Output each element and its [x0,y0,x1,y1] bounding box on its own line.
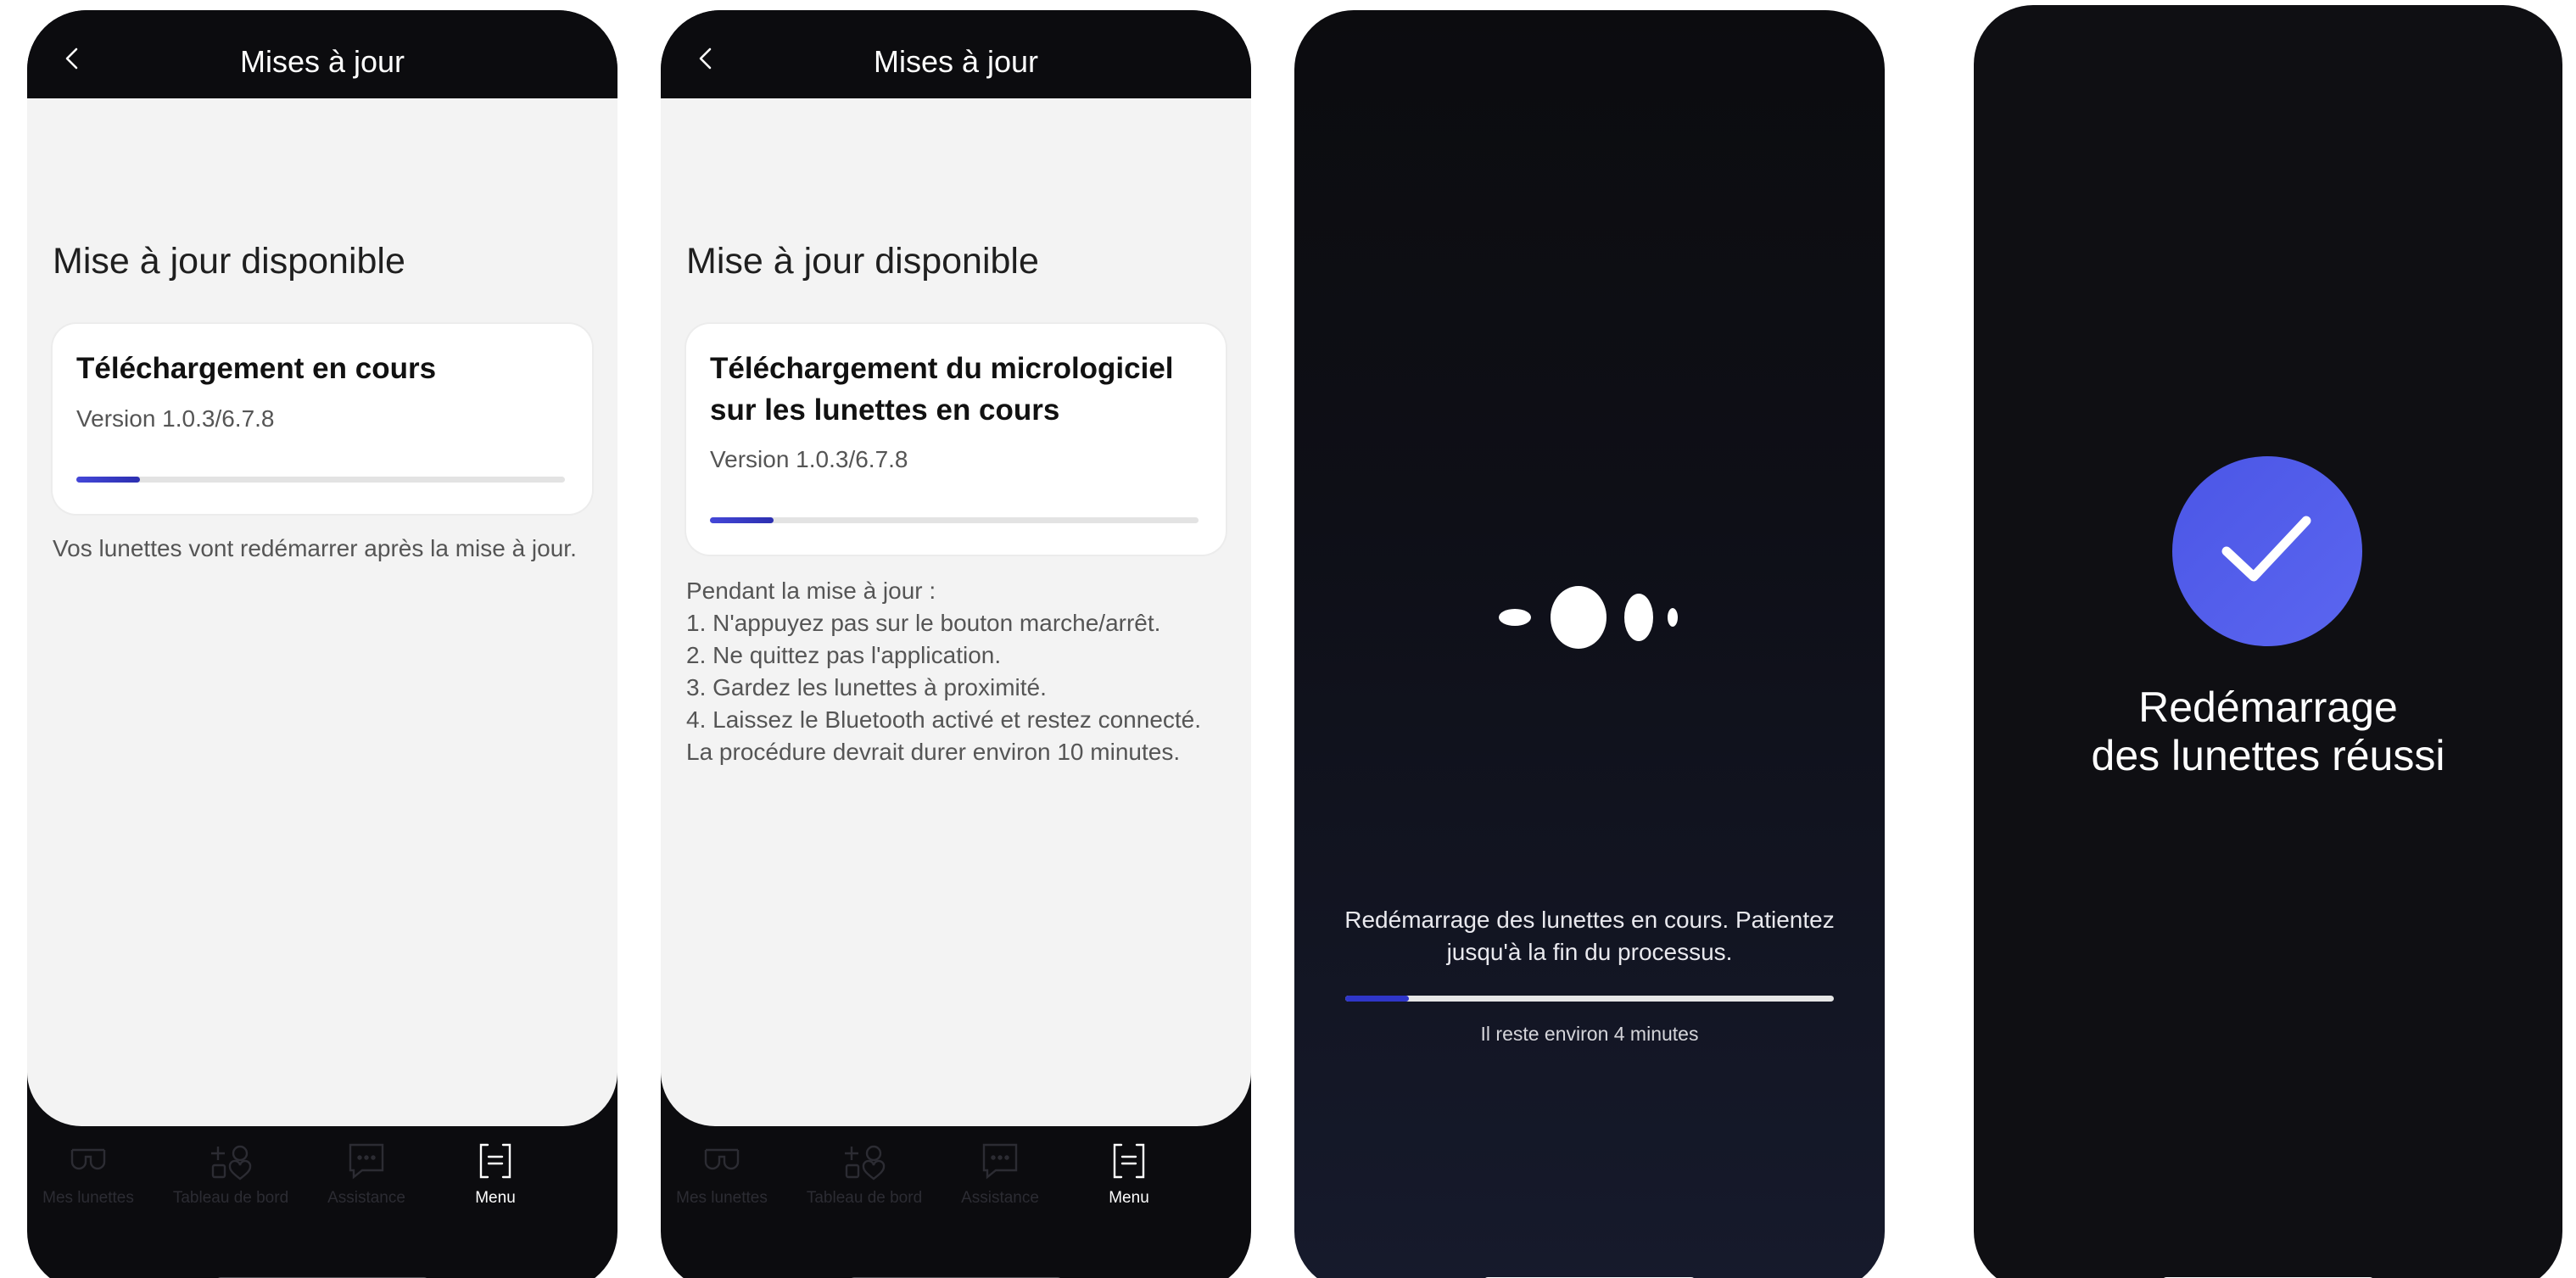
progress-fill [1345,996,1409,1002]
progress-bar [710,517,1199,523]
update-card: Téléchargement en cours Version 1.0.3/6.… [53,324,592,514]
time-remaining: Il reste environ 4 minutes [1480,1023,1699,1045]
card-title: Téléchargement en cours [76,352,437,385]
update-card: Téléchargement du micrologiciel sur les … [686,324,1226,555]
section-title: Mise à jour disponible [686,241,1039,282]
card-version: Version 1.0.3/6.7.8 [710,446,908,472]
instructions: Pendant la mise à jour : 1. N'appuyez pa… [686,575,1229,768]
nav-item-tableau-de-bord[interactable]: Tableau de bord [805,1138,924,1208]
header: Mises à jour [27,10,617,98]
screen-firmware-transfer: Mises à jour Mise à jour disponible Télé… [661,10,1251,1278]
nav-label: Tableau de bord [806,1189,923,1207]
card-version: Version 1.0.3/6.7.8 [76,405,275,432]
restart-message: Redémarrage des lunettes en cours. Patie… [1344,907,1835,965]
nav-label: Tableau de bord [172,1189,289,1207]
glasses-icon [70,1148,106,1170]
nav-label: Assistance [327,1189,405,1207]
success-badge [2172,456,2362,646]
content-area: Mise à jour disponible Téléchargement en… [27,98,617,1126]
nav-label: Mes lunettes [42,1189,134,1207]
instruction-line: 3. Gardez les lunettes à proximité. [686,674,1047,700]
screen-download: Mises à jour Mise à jour disponible Télé… [27,10,617,1278]
page-title: Mises à jour [873,44,1039,79]
loading-dots-icon [1499,586,1678,649]
nav-item-mes-lunettes[interactable]: Mes lunettes [662,1138,781,1208]
progress-bar [1345,996,1834,1002]
chat-icon [982,1143,1018,1180]
progress-fill [710,517,774,523]
card-title: Téléchargement du micrologiciel sur les … [710,352,1174,427]
instruction-line: 2. Ne quittez pas l'application. [686,642,1002,668]
menu-icon [1113,1143,1145,1179]
nav-label: Menu [475,1189,516,1207]
dashboard-icon [845,1145,886,1180]
bottom-nav: Mes lunettes Tableau de bord Assistance … [27,1138,617,1240]
menu-icon [479,1143,511,1179]
instruction-line: 4. Laissez le Bluetooth activé et restez… [686,706,1202,733]
nav-item-assistance[interactable]: Assistance [941,1138,1059,1208]
content-area: Mise à jour disponible Téléchargement du… [661,98,1251,1126]
nav-item-tableau-de-bord[interactable]: Tableau de bord [171,1138,290,1208]
nav-item-mes-lunettes[interactable]: Mes lunettes [29,1138,148,1208]
section-title: Mise à jour disponible [53,241,405,282]
nav-item-menu[interactable]: Menu [436,1138,555,1208]
glasses-icon [704,1148,740,1170]
nav-label: Menu [1109,1189,1149,1207]
nav-item-menu[interactable]: Menu [1070,1138,1188,1208]
bottom-nav: Mes lunettes Tableau de bord Assistance … [661,1138,1251,1240]
instruction-line: La procédure devrait durer environ 10 mi… [686,739,1181,765]
nav-label: Mes lunettes [676,1189,768,1207]
chat-icon [349,1143,384,1180]
dashboard-icon [211,1145,252,1180]
nav-item-assistance[interactable]: Assistance [307,1138,426,1208]
instruction-line: Pendant la mise à jour : [686,578,936,604]
progress-fill [76,477,140,483]
screen-restart-success: Redémarrage des lunettes réussi [1974,5,2562,1278]
check-icon [2221,516,2311,582]
nav-label: Assistance [961,1189,1039,1207]
screen-restarting: Redémarrage des lunettes en cours. Patie… [1294,10,1885,1278]
instruction-line: 1. N'appuyez pas sur le bouton marche/ar… [686,610,1161,636]
restart-note: Vos lunettes vont redémarrer après la mi… [53,535,577,561]
page-title: Mises à jour [239,44,405,79]
success-message: Redémarrage des lunettes réussi [2091,684,2445,779]
header: Mises à jour [661,10,1251,98]
progress-bar [76,477,565,483]
